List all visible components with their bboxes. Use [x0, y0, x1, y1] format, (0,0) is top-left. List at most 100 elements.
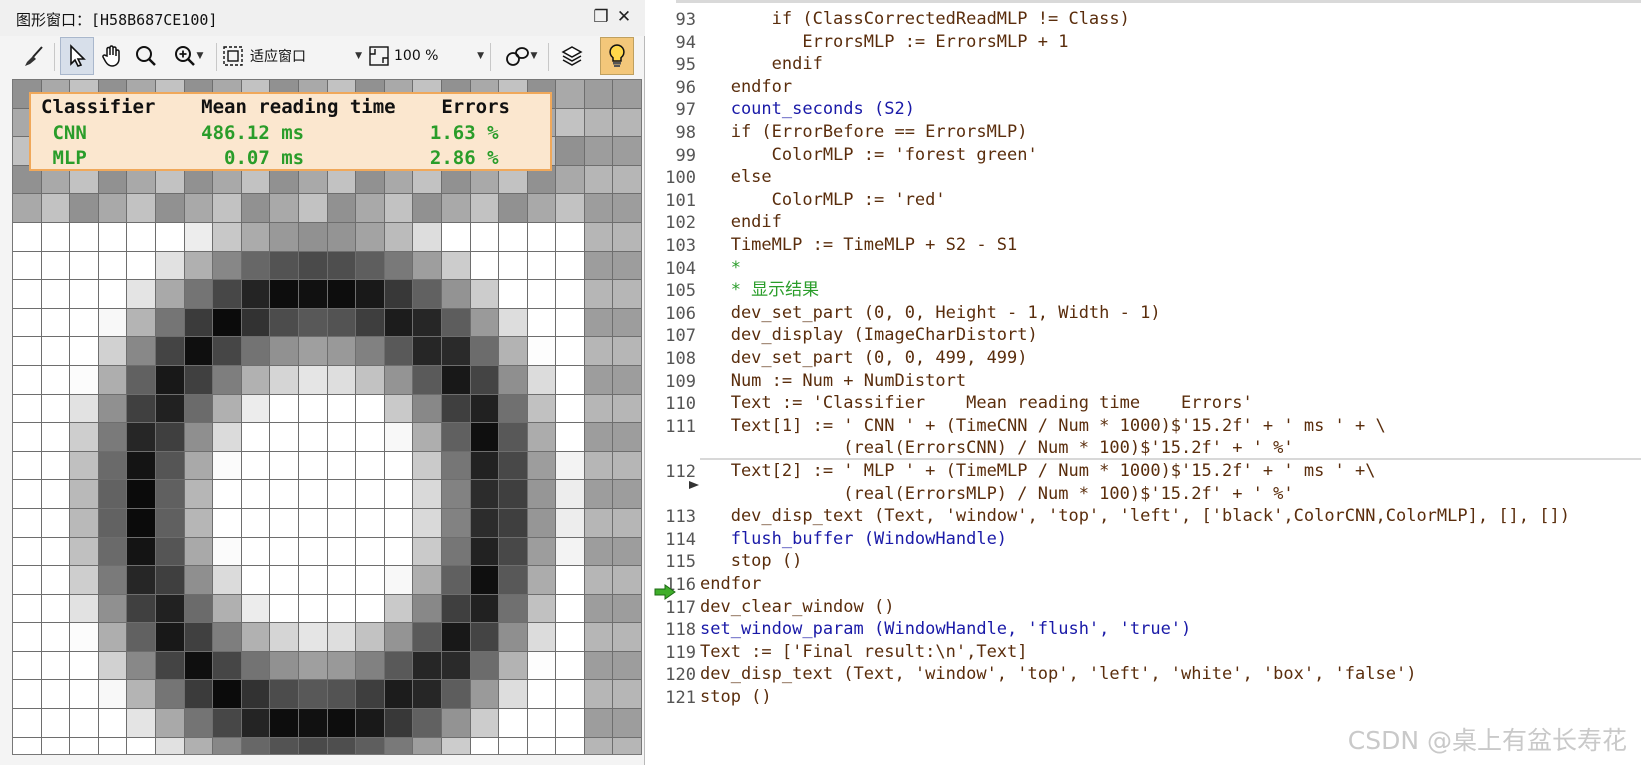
magnify-tool-button[interactable]: [130, 37, 162, 75]
code-line[interactable]: count_seconds (S2): [700, 98, 1641, 121]
toolbar-separator: [54, 43, 55, 71]
line-number: 115: [665, 552, 696, 573]
code-line[interactable]: endif: [700, 53, 1641, 76]
code-line[interactable]: dev_set_part (0, 0, 499, 499): [700, 347, 1641, 370]
broom-icon: [25, 46, 43, 66]
fit-window-label: 适应窗口: [250, 49, 306, 65]
line-number: 93: [675, 10, 696, 30]
code-line[interactable]: endif: [700, 211, 1641, 234]
draw-mode-button[interactable]: ▼: [498, 37, 544, 75]
code-line[interactable]: dev_disp_text (Text, 'window', 'top', 'l…: [700, 663, 1641, 686]
code-line[interactable]: if (ErrorBefore == ErrorsMLP): [700, 121, 1641, 144]
line-number: 110: [665, 394, 696, 415]
code-line[interactable]: endfor: [700, 573, 1641, 596]
line-number: 119: [665, 642, 696, 663]
line-number: 94: [675, 32, 696, 53]
graphics-window: 图形窗口：[H58B687CE100] ❐ ✕ ▼ 适应窗口 ▼ 100 % ▼…: [0, 0, 645, 765]
code-line[interactable]: ErrorsMLP := ErrorsMLP + 1: [700, 31, 1641, 54]
line-number: 100: [665, 168, 696, 189]
code-line[interactable]: stop (): [700, 686, 1641, 709]
code-line[interactable]: Text[1] := ' CNN ' + (TimeCNN / Num * 10…: [700, 415, 1641, 438]
code-line[interactable]: Text := ['Final result:\n',Text]: [700, 641, 1641, 664]
toolbar-separator: [490, 43, 491, 71]
image-canvas[interactable]: Classifier Mean reading time Errors CNN …: [12, 79, 642, 755]
result-text-box: Classifier Mean reading time Errors CNN …: [29, 92, 552, 171]
code-line[interactable]: endfor: [700, 76, 1641, 99]
layers-button[interactable]: [556, 37, 588, 75]
line-number: 118: [665, 620, 696, 641]
line-number: 105: [665, 281, 696, 302]
code-line[interactable]: stop (): [700, 550, 1641, 573]
line-number: 96: [675, 77, 696, 98]
code-line[interactable]: (real(ErrorsMLP) / Num * 100)$'15.2f' + …: [700, 483, 1641, 506]
code-line[interactable]: dev_disp_text (Text, 'window', 'top', 'l…: [700, 505, 1641, 528]
line-number: 113: [665, 507, 696, 528]
code-line[interactable]: dev_display (ImageCharDistort): [700, 324, 1641, 347]
insert-cursor-icon: [689, 481, 699, 489]
lamp-button[interactable]: [600, 37, 634, 75]
chevron-down-icon: ▼: [530, 51, 538, 61]
restore-icon[interactable]: ❐: [590, 6, 612, 28]
code-line[interactable]: (real(ErrorsCNN) / Num * 100)$'15.2f' + …: [700, 437, 1641, 460]
result-mlp-row: MLP 0.07 ms 2.86 %: [41, 147, 499, 169]
result-header: Classifier Mean reading time Errors: [41, 96, 510, 118]
code-line[interactable]: else: [700, 166, 1641, 189]
link-shapes-icon: [505, 47, 529, 66]
line-number: 99: [675, 145, 696, 166]
cursor-arrow-icon: [70, 44, 86, 67]
code-line[interactable]: Text := 'Classifier Mean reading time Er…: [700, 392, 1641, 415]
line-number: 117: [665, 597, 696, 618]
line-number: 109: [665, 371, 696, 392]
hand-icon: [102, 45, 120, 67]
zoom-box-icon: [369, 46, 389, 66]
editor-top-border: [676, 0, 1641, 3]
line-number: 97: [675, 100, 696, 121]
layers-icon: [561, 46, 583, 66]
code-line[interactable]: TimeMLP := TimeMLP + S2 - S1: [700, 234, 1641, 257]
fit-window-combo[interactable]: 适应窗口 ▼: [222, 37, 362, 75]
graphics-toolbar: ▼ 适应窗口 ▼ 100 % ▼ ▼: [8, 37, 638, 79]
magnifier-icon: [136, 46, 156, 66]
zoom-level-label: 100 %: [394, 48, 439, 64]
zoom-tool-button[interactable]: ▼: [166, 37, 210, 75]
code-line[interactable]: Num := Num + NumDistort: [700, 370, 1641, 393]
zoom-in-icon: [174, 46, 195, 66]
line-number: 108: [665, 349, 696, 369]
clear-button[interactable]: [18, 37, 50, 75]
line-number: 101: [665, 190, 696, 211]
zoom-level-combo[interactable]: 100 % ▼: [368, 37, 484, 75]
code-line[interactable]: ColorMLP := 'red': [700, 189, 1641, 212]
lightbulb-icon: [609, 44, 625, 67]
program-counter-arrow-icon: [654, 584, 676, 600]
code-line[interactable]: dev_set_part (0, 0, Height - 1, Width - …: [700, 302, 1641, 325]
code-line[interactable]: Text[2] := ' MLP ' + (TimeMLP / Num * 10…: [700, 460, 1641, 483]
code-line[interactable]: set_window_param (WindowHandle, 'flush',…: [700, 618, 1641, 641]
line-number: 107: [665, 326, 696, 347]
chevron-down-icon: ▼: [355, 51, 362, 61]
line-number: 103: [665, 236, 696, 256]
close-icon[interactable]: ✕: [613, 6, 635, 28]
line-number: 98: [675, 123, 696, 143]
toolbar-separator: [216, 43, 217, 71]
line-number: 104: [665, 258, 696, 279]
program-editor[interactable]: 93 if (ClassCorrectedReadMLP != Class) 94…: [646, 0, 1641, 765]
code-line[interactable]: dev_clear_window (): [700, 596, 1641, 619]
distorted-character-image: [13, 80, 641, 754]
pan-tool-button[interactable]: [96, 37, 128, 75]
toolbar-separator: [548, 43, 549, 71]
graphics-window-titlebar[interactable]: 图形窗口：[H58B687CE100] ❐ ✕: [0, 0, 645, 36]
code-line[interactable]: ColorMLP := 'forest green': [700, 144, 1641, 167]
line-number: 111: [665, 416, 696, 437]
result-cnn-row: CNN 486.12 ms 1.63 %: [41, 122, 499, 144]
graphics-window-title: 图形窗口：[H58B687CE100]: [16, 11, 218, 29]
code-line[interactable]: *: [700, 257, 1641, 280]
chevron-down-icon: ▼: [196, 51, 204, 61]
line-number: 120: [665, 665, 696, 686]
fit-window-icon: [223, 46, 243, 66]
watermark: CSDN @桌上有盆长寿花: [1347, 726, 1627, 755]
code-line[interactable]: * 显示结果: [700, 279, 1641, 302]
code-line[interactable]: flush_buffer (WindowHandle): [700, 528, 1641, 551]
code-line[interactable]: if (ClassCorrectedReadMLP != Class): [700, 8, 1641, 31]
line-number: 95: [675, 55, 696, 76]
select-tool-button[interactable]: [60, 37, 94, 75]
